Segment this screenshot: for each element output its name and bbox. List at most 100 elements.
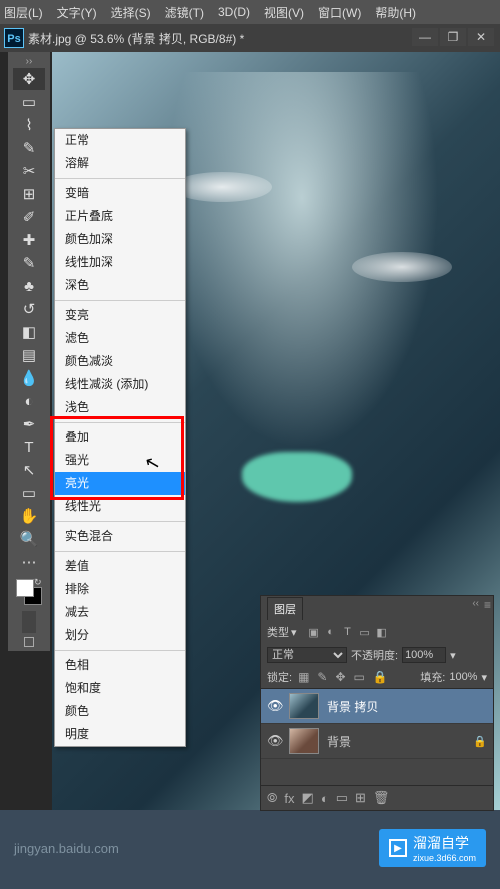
blend-luminosity[interactable]: 明度 bbox=[55, 723, 185, 746]
chevron-down-icon[interactable]: ▾ bbox=[481, 671, 487, 684]
blend-hue[interactable]: 色相 bbox=[55, 654, 185, 677]
panel-collapse-icon[interactable]: ‹‹ bbox=[472, 598, 479, 609]
blend-lighten[interactable]: 变亮 bbox=[55, 304, 185, 327]
menu-window[interactable]: 窗口(W) bbox=[318, 4, 361, 21]
blur-tool[interactable]: 💧 bbox=[13, 367, 45, 389]
blend-linearburn[interactable]: 线性加深 bbox=[55, 251, 185, 274]
move-tool[interactable]: ✥ bbox=[13, 68, 45, 90]
menu-select[interactable]: 选择(S) bbox=[111, 4, 151, 21]
blend-color[interactable]: 颜色 bbox=[55, 700, 185, 723]
menu-help[interactable]: 帮助(H) bbox=[375, 4, 416, 21]
blend-divide[interactable]: 划分 bbox=[55, 624, 185, 647]
window-minimize-button[interactable]: — bbox=[412, 28, 438, 46]
toolbox-collapse-icon[interactable]: ›› bbox=[8, 56, 50, 68]
marquee-tool[interactable]: ▭ bbox=[13, 91, 45, 113]
eyedropper-tool[interactable]: ✐ bbox=[13, 206, 45, 228]
blend-linearlight[interactable]: 线性光 bbox=[55, 495, 185, 518]
blend-mode-dropdown[interactable]: 正常 溶解 变暗 正片叠底 颜色加深 线性加深 深色 变亮 滤色 颜色减淡 线性… bbox=[54, 128, 186, 747]
blend-darken[interactable]: 变暗 bbox=[55, 182, 185, 205]
edit-toolbar[interactable]: ⋯ bbox=[13, 551, 45, 573]
stamp-tool[interactable]: ♣ bbox=[13, 275, 45, 297]
layer-thumbnail[interactable] bbox=[289, 693, 319, 719]
menu-3d[interactable]: 3D(D) bbox=[218, 5, 250, 19]
blend-colordodge[interactable]: 颜色减淡 bbox=[55, 350, 185, 373]
opacity-value[interactable]: 100% bbox=[402, 647, 446, 663]
blend-saturation[interactable]: 饱和度 bbox=[55, 677, 185, 700]
blend-lineardodge[interactable]: 线性减淡 (添加) bbox=[55, 373, 185, 396]
blend-colorburn[interactable]: 颜色加深 bbox=[55, 228, 185, 251]
history-brush-tool[interactable]: ↺ bbox=[13, 298, 45, 320]
menu-type[interactable]: 文字(Y) bbox=[57, 4, 97, 21]
lock-transparent-icon[interactable]: ▦ bbox=[298, 670, 309, 684]
layer-row[interactable]: 👁 背景 拷贝 bbox=[261, 689, 493, 724]
eraser-tool[interactable]: ◧ bbox=[13, 321, 45, 343]
lock-all-icon[interactable]: 🔒 bbox=[373, 670, 388, 684]
path-select-tool[interactable]: ↖ bbox=[13, 459, 45, 481]
layer-mask-icon[interactable]: ◩ bbox=[302, 790, 314, 806]
blend-vividlight[interactable]: 亮光 bbox=[55, 472, 185, 495]
blend-dissolve[interactable]: 溶解 bbox=[55, 152, 185, 175]
chevron-down-icon[interactable]: ▾ bbox=[450, 649, 456, 662]
menu-view[interactable]: 视图(V) bbox=[264, 4, 304, 21]
blend-exclusion[interactable]: 排除 bbox=[55, 578, 185, 601]
link-layers-icon[interactable]: ⦾ bbox=[267, 790, 277, 806]
visibility-icon[interactable]: 👁 bbox=[267, 698, 281, 714]
crop-tool[interactable]: ✂ bbox=[13, 160, 45, 182]
layer-fx-icon[interactable]: fx bbox=[284, 791, 294, 806]
layer-name[interactable]: 背景 拷贝 bbox=[327, 698, 378, 715]
menu-layer[interactable]: 图层(L) bbox=[4, 4, 43, 21]
filter-smart-icon[interactable]: ◧ bbox=[375, 625, 389, 639]
group-icon[interactable]: ▭ bbox=[336, 790, 348, 806]
layers-tab[interactable]: 图层 bbox=[267, 597, 303, 620]
layer-name[interactable]: 背景 bbox=[327, 733, 351, 750]
quick-select-tool[interactable]: ✎ bbox=[13, 137, 45, 159]
foreground-color[interactable] bbox=[16, 579, 34, 597]
lock-artboard-icon[interactable]: ▭ bbox=[354, 670, 365, 684]
lock-position-icon[interactable]: ✥ bbox=[335, 670, 345, 684]
blend-darkercolor[interactable]: 深色 bbox=[55, 274, 185, 297]
blend-subtract[interactable]: 减去 bbox=[55, 601, 185, 624]
new-layer-icon[interactable]: ⊞ bbox=[355, 790, 366, 806]
blend-difference[interactable]: 差值 bbox=[55, 555, 185, 578]
fill-value[interactable]: 100% bbox=[449, 671, 477, 683]
lasso-tool[interactable]: ⌇ bbox=[13, 114, 45, 136]
blend-screen[interactable]: 滤色 bbox=[55, 327, 185, 350]
swap-colors-icon[interactable]: ↻ bbox=[34, 577, 44, 587]
filter-type-icon[interactable]: T bbox=[341, 625, 355, 639]
menu-filter[interactable]: 滤镜(T) bbox=[165, 4, 204, 21]
pen-tool[interactable]: ✒ bbox=[13, 413, 45, 435]
screenmode-icon[interactable] bbox=[24, 637, 34, 647]
filter-shape-icon[interactable]: ▭ bbox=[358, 625, 372, 639]
window-close-button[interactable]: ✕ bbox=[468, 28, 494, 46]
type-tool[interactable]: T bbox=[13, 436, 45, 458]
dodge-tool[interactable]: ◐ bbox=[13, 390, 45, 412]
gradient-tool[interactable]: ▤ bbox=[13, 344, 45, 366]
brush-tool[interactable]: ✎ bbox=[13, 252, 45, 274]
adjustment-layer-icon[interactable]: ◐ bbox=[321, 791, 329, 806]
layer-thumbnail[interactable] bbox=[289, 728, 319, 754]
filter-pixel-icon[interactable]: ▣ bbox=[307, 625, 321, 639]
panel-menu-icon[interactable]: ≡ bbox=[484, 598, 491, 612]
blend-multiply[interactable]: 正片叠底 bbox=[55, 205, 185, 228]
zoom-tool[interactable]: 🔍 bbox=[13, 528, 45, 550]
lock-image-icon[interactable]: ✎ bbox=[317, 670, 327, 684]
layer-row[interactable]: 👁 背景 🔒 bbox=[261, 724, 493, 759]
hand-tool[interactable]: ✋ bbox=[13, 505, 45, 527]
color-swatches[interactable]: ↻ bbox=[14, 577, 44, 607]
window-maximize-button[interactable]: ❐ bbox=[440, 28, 466, 46]
visibility-icon[interactable]: 👁 bbox=[267, 733, 281, 749]
shape-tool[interactable]: ▭ bbox=[13, 482, 45, 504]
frame-tool[interactable]: ⊞ bbox=[13, 183, 45, 205]
blend-overlay[interactable]: 叠加 bbox=[55, 426, 185, 449]
patch-tool[interactable]: ✚ bbox=[13, 229, 45, 251]
chevron-down-icon[interactable]: ▾ bbox=[291, 626, 297, 639]
filter-adjust-icon[interactable]: ◐ bbox=[324, 625, 338, 639]
blend-mode-select[interactable]: 正常 bbox=[267, 647, 347, 663]
blend-hardmix[interactable]: 实色混合 bbox=[55, 525, 185, 548]
document-tab-title[interactable]: 素材.jpg @ 53.6% (背景 拷贝, RGB/8#) * bbox=[28, 30, 244, 47]
delete-layer-icon[interactable]: 🗑 bbox=[373, 790, 390, 806]
blend-hardlight[interactable]: 强光 bbox=[55, 449, 185, 472]
blend-lightercolor[interactable]: 浅色 bbox=[55, 396, 185, 419]
blend-normal[interactable]: 正常 bbox=[55, 129, 185, 152]
quickmask-standard-icon[interactable] bbox=[22, 611, 36, 633]
